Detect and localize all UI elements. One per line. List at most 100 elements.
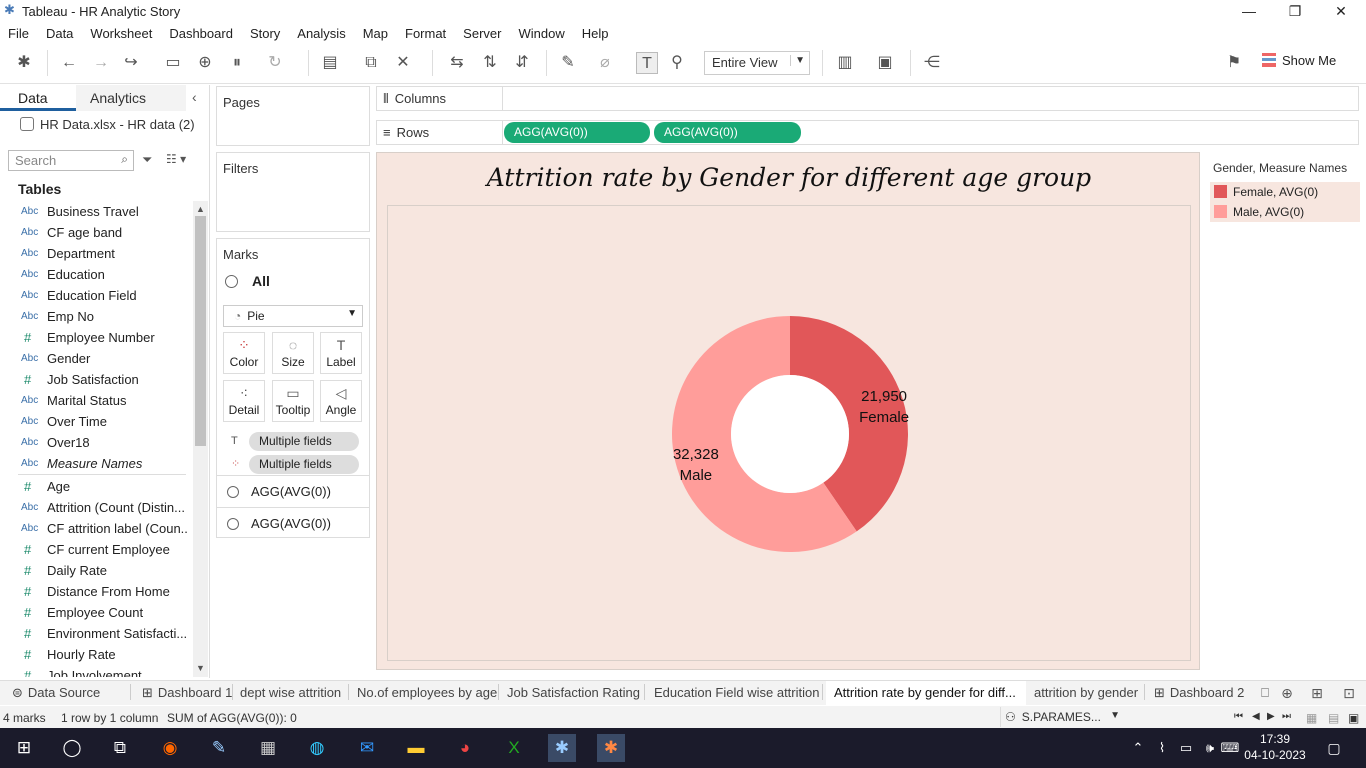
field-item[interactable]: # Distance From Home [0, 581, 192, 602]
filters-shelf[interactable]: Filters [216, 152, 370, 232]
tab-dept-wise-attrition[interactable]: dept wise attrition [232, 681, 349, 705]
tableau-public-taskbar-icon[interactable]: ✱ [597, 734, 625, 762]
undo-icon[interactable]: ← [58, 52, 80, 74]
system-clock[interactable]: 17:39 04-10-2023 [1240, 731, 1310, 763]
menu-dashboard[interactable]: Dashboard [169, 26, 233, 41]
tab-job-satisfaction[interactable]: Job Satisfaction Rating [499, 681, 648, 705]
new-datasource-icon[interactable]: ⊕ [194, 52, 216, 74]
collapse-pane-icon[interactable]: ‹ [192, 89, 197, 105]
menu-analysis[interactable]: Analysis [297, 26, 345, 41]
prev-sheet-icon[interactable]: ◀ [1252, 711, 1260, 722]
view-options-icon[interactable]: ☷ ▾ [166, 152, 186, 166]
label-fields-pill[interactable]: Multiple fields [249, 432, 359, 451]
swap-rows-columns-icon[interactable]: ⇆ [446, 52, 468, 74]
legend-item-female[interactable]: Female, AVG(0) [1210, 182, 1360, 202]
detail-button[interactable]: ⁖ Detail [223, 380, 265, 422]
first-sheet-icon[interactable]: ⏮ [1234, 711, 1243, 722]
restore-button[interactable]: ❐ [1272, 0, 1318, 22]
highlight-icon[interactable]: ✎ [557, 52, 579, 74]
refresh-icon[interactable]: ↻ [264, 52, 286, 74]
tab-employees-by-age[interactable]: No.of employees by age [349, 681, 505, 705]
sort-descending-icon[interactable]: ⇵ [511, 52, 533, 74]
marks-all-row[interactable]: All [225, 273, 270, 289]
tab-dashboard-2[interactable]: ⊞ Dashboard 2 [1146, 681, 1252, 705]
tab-analytics[interactable]: Analytics [76, 85, 186, 111]
tabs-view-icon[interactable]: ▣ [1348, 711, 1359, 725]
duplicate-icon[interactable]: ⧉ [360, 52, 382, 74]
field-list-scrollbar[interactable]: ▲ ▼ [193, 201, 208, 677]
tab-data[interactable]: Data [0, 85, 76, 111]
tab-attrition-rate-by-gender[interactable]: Attrition rate by gender for diff... [826, 681, 1026, 705]
field-item[interactable]: # Daily Rate [0, 560, 192, 581]
field-item[interactable]: # Job Satisfaction [0, 369, 192, 390]
save-icon[interactable]: ▭ [162, 52, 184, 74]
field-item[interactable]: Abc Over18 [0, 432, 192, 453]
edge-icon[interactable]: ◍ [303, 734, 331, 762]
color-button[interactable]: ⁘ Color [223, 332, 265, 374]
user-menu[interactable]: ⚇ S.PARAMES... ▼ [1000, 707, 1124, 727]
new-worksheet-icon[interactable]: ▤ [319, 52, 341, 74]
calculator-icon[interactable]: ▦ [254, 734, 282, 762]
field-item[interactable]: Abc CF attrition label (Coun... [0, 518, 192, 539]
menu-file[interactable]: File [8, 26, 29, 41]
minimize-button[interactable]: — [1226, 0, 1272, 22]
sort-ascending-icon[interactable]: ⇅ [479, 52, 501, 74]
row-pill-1[interactable]: AGG(AVG(0)) [504, 122, 650, 143]
tableau-taskbar-icon[interactable]: ✱ [548, 734, 576, 762]
agg-row-2[interactable]: AGG(AVG(0)) [217, 507, 369, 539]
tab-education-field[interactable]: Education Field wise attrition [646, 681, 827, 705]
tab-data-source[interactable]: ⊜ Data Source [4, 681, 108, 705]
field-search-input[interactable]: Search ⌕ [8, 150, 134, 171]
new-dashboard-tab-icon[interactable]: ⊞ [1306, 682, 1328, 704]
scroll-down-icon[interactable]: ▼ [196, 663, 205, 673]
menu-server[interactable]: Server [463, 26, 501, 41]
fit-view-select[interactable]: Entire View ▼ [704, 51, 810, 75]
task-view-icon[interactable]: ⧉ [106, 734, 134, 762]
field-item[interactable]: Abc Measure Names [0, 453, 192, 474]
viz-canvas[interactable]: Attrition rate by Gender for different a… [376, 152, 1200, 670]
field-item[interactable]: Abc Department [0, 243, 192, 264]
tableau-start-icon[interactable]: ✱ [13, 52, 35, 74]
clear-sheet-icon[interactable]: ✕ [392, 52, 414, 74]
label-button[interactable]: T Label [320, 332, 362, 374]
columns-shelf[interactable]: ⦀ Columns [376, 86, 1359, 111]
excel-icon[interactable]: X [500, 734, 528, 762]
sheet-sorter-icon[interactable]: ▦ [1306, 711, 1317, 725]
next-sheet-icon[interactable]: ▶ [1267, 711, 1275, 722]
menu-window[interactable]: Window [518, 26, 564, 41]
field-item[interactable]: Abc Marital Status [0, 390, 192, 411]
close-button[interactable]: ✕ [1318, 0, 1364, 22]
field-item[interactable]: Abc Emp No [0, 306, 192, 327]
scroll-up-icon[interactable]: ▲ [196, 204, 205, 214]
new-story-tab-icon[interactable]: ⊡ [1338, 682, 1360, 704]
color-fields-pill[interactable]: Multiple fields [249, 455, 359, 474]
menu-story[interactable]: Story [250, 26, 280, 41]
donut-chart[interactable]: 21,950 Female 32,328 Male [388, 206, 1192, 662]
chrome-icon[interactable]: ◕ [451, 734, 479, 762]
show-me-button[interactable]: Show Me [1262, 53, 1336, 68]
field-item[interactable]: Abc Education Field [0, 285, 192, 306]
group-members-icon[interactable]: ⌀ [594, 52, 616, 74]
filter-icon[interactable]: ⏷ [142, 152, 152, 168]
size-button[interactable]: ◌ Size [272, 332, 314, 374]
field-item[interactable]: Abc Gender [0, 348, 192, 369]
paint-icon[interactable]: ✎ [205, 734, 233, 762]
menu-map[interactable]: Map [363, 26, 388, 41]
field-item[interactable]: Abc Attrition (Count (Distin... [0, 497, 192, 518]
windows-start-icon[interactable]: ⊞ [10, 734, 38, 762]
field-item[interactable]: # Environment Satisfacti... [0, 623, 192, 644]
plot-area[interactable]: 21,950 Female 32,328 Male [387, 205, 1191, 661]
redo-icon[interactable]: → [90, 52, 112, 74]
pause-updates-icon[interactable]: ⏸ [226, 52, 248, 74]
story-icon[interactable]: ⎕ [1254, 682, 1276, 704]
menu-format[interactable]: Format [405, 26, 446, 41]
last-sheet-icon[interactable]: ⏭ [1282, 711, 1291, 722]
replay-icon[interactable]: ↪ [120, 52, 142, 74]
pages-shelf[interactable]: Pages [216, 86, 370, 146]
datasource-item[interactable]: HR Data.xlsx - HR data (2) [20, 117, 195, 132]
fix-axes-icon[interactable]: ⚲ [666, 52, 688, 74]
tab-attrition-by-gender[interactable]: attrition by gender [1026, 681, 1146, 705]
field-item[interactable]: # Age [0, 476, 192, 497]
show-mark-labels-icon[interactable]: T [636, 52, 658, 74]
tooltip-button[interactable]: ▭ Tooltip [272, 380, 314, 422]
